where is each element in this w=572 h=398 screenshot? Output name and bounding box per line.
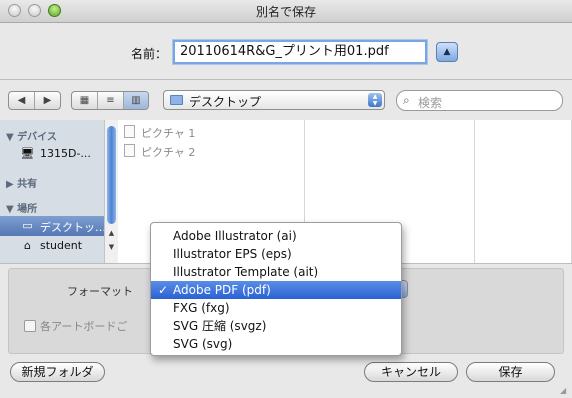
- menu-item-label: Illustrator EPS (eps): [173, 247, 292, 261]
- menu-item-label: SVG (svg): [173, 337, 233, 351]
- search-icon: ⌕: [403, 93, 410, 107]
- menu-item-label: SVG 圧縮 (svgz): [173, 319, 267, 333]
- sidebar-header-shared[interactable]: ▶ 共有: [6, 175, 37, 190]
- sidebar-scrollbar[interactable]: ▲ ▼: [104, 120, 118, 263]
- sidebar-item-desktop[interactable]: ▭ デスクトッ…: [0, 216, 104, 236]
- menu-item-svg[interactable]: SVG (svg): [151, 335, 401, 353]
- sidebar: ▼ デバイス 🖥 1315D-... ▶ 共有 ▼ 場所 ▭ デスクトッ… ⌂ …: [0, 120, 105, 263]
- location-label: デスクトップ: [189, 95, 262, 109]
- name-label: 名前：: [131, 47, 168, 61]
- document-icon: [124, 144, 135, 157]
- save-button[interactable]: 保存: [466, 362, 555, 382]
- menu-item-eps[interactable]: Illustrator EPS (eps): [151, 245, 401, 263]
- computer-icon: 🖥: [20, 147, 35, 160]
- artboard-checkbox-label: 各アートボードご: [40, 320, 128, 333]
- scroll-up-icon[interactable]: ▲: [105, 228, 118, 239]
- sidebar-header-devices[interactable]: ▼ デバイス: [6, 128, 57, 143]
- search-field[interactable]: ⌕ 検索: [396, 90, 563, 111]
- menu-item-fxg[interactable]: FXG (fxg): [151, 299, 401, 317]
- sidebar-item-label: デスクトッ…: [40, 221, 105, 234]
- triangle-up-icon: ▲: [443, 47, 451, 57]
- menu-item-label: FXG (fxg): [173, 301, 230, 315]
- icon-view-button[interactable]: ▦: [72, 92, 98, 109]
- sidebar-header-places[interactable]: ▼ 場所: [6, 200, 37, 215]
- folder-icon: [170, 95, 183, 105]
- cancel-button[interactable]: キャンセル: [364, 362, 458, 382]
- location-popup[interactable]: デスクトップ ▲ ▼: [163, 90, 385, 110]
- home-icon: ⌂: [24, 239, 31, 252]
- view-mode-buttons: ▦ ≡ ▥: [71, 91, 149, 110]
- menu-item-ait[interactable]: Illustrator Template (ait): [151, 263, 401, 281]
- file-item[interactable]: ピクチャ 1: [124, 125, 195, 141]
- format-menu: Adobe Illustrator (ai) Illustrator EPS (…: [150, 222, 402, 356]
- chevron-updown-icon: ▲ ▼: [368, 93, 382, 107]
- search-placeholder: 検索: [418, 96, 443, 110]
- sidebar-item-label: student: [40, 239, 83, 252]
- back-button[interactable]: ◀: [9, 92, 35, 109]
- document-icon: [124, 125, 135, 138]
- empty-column: [475, 120, 572, 263]
- file-name: ピクチャ 1: [141, 127, 196, 140]
- window-title: 別名で保存: [255, 5, 316, 19]
- title-bar: 別名で保存: [0, 0, 572, 23]
- desktop-icon: ▭: [22, 219, 33, 232]
- new-folder-button[interactable]: 新規フォルダ: [10, 362, 105, 382]
- scroll-thumb[interactable]: [107, 126, 116, 224]
- scroll-down-icon[interactable]: ▼: [105, 242, 118, 253]
- checkmark-icon: ✓: [158, 283, 169, 297]
- file-name: ピクチャ 2: [141, 146, 196, 159]
- menu-item-label: Adobe PDF (pdf): [173, 283, 271, 297]
- file-item[interactable]: ピクチャ 2: [124, 144, 195, 160]
- resize-grip-icon[interactable]: ◢: [560, 386, 570, 396]
- format-label: フォーマット: [67, 285, 133, 298]
- divider: [0, 79, 572, 80]
- menu-item-pdf[interactable]: ✓ Adobe PDF (pdf): [151, 281, 401, 299]
- menu-item-svgz[interactable]: SVG 圧縮 (svgz): [151, 317, 401, 335]
- expand-dialog-button[interactable]: ▲: [436, 42, 458, 62]
- menu-item-ai[interactable]: Adobe Illustrator (ai): [151, 227, 401, 245]
- menu-item-label: Adobe Illustrator (ai): [173, 229, 297, 243]
- sidebar-item-home[interactable]: ⌂ student: [0, 236, 104, 256]
- forward-button[interactable]: ▶: [35, 92, 60, 109]
- column-view-button[interactable]: ▥: [124, 92, 148, 109]
- sidebar-item-device[interactable]: 🖥 1315D-...: [0, 144, 104, 164]
- list-view-button[interactable]: ≡: [98, 92, 124, 109]
- filename-input[interactable]: 20110614R&G_プリント用01.pdf: [173, 40, 427, 64]
- sidebar-item-label: 1315D-...: [40, 147, 91, 160]
- menu-item-label: Illustrator Template (ait): [173, 265, 319, 279]
- artboard-checkbox[interactable]: [24, 320, 36, 332]
- nav-buttons: ◀ ▶: [8, 91, 61, 110]
